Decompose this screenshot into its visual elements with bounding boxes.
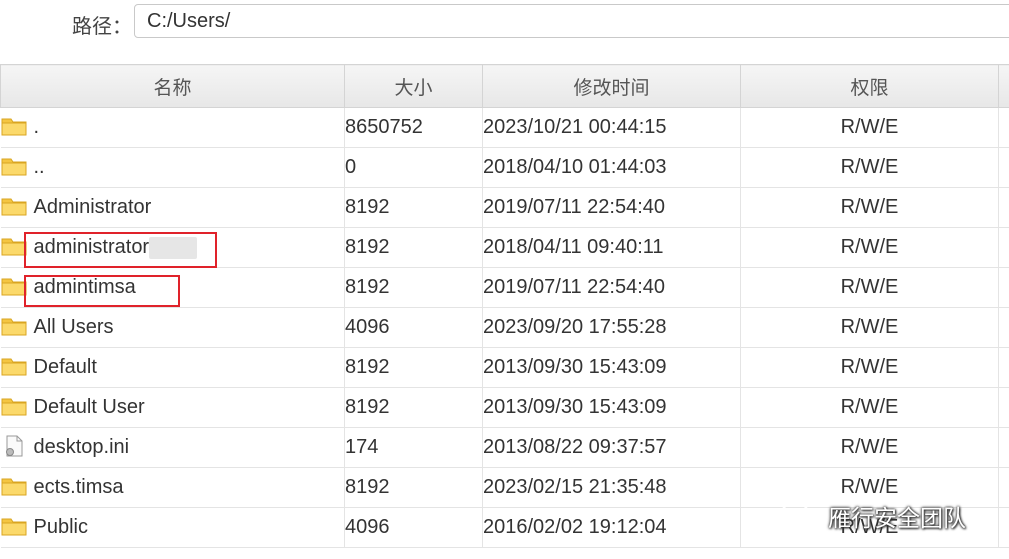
cell-size: 4096 xyxy=(344,307,483,348)
file-icon xyxy=(1,435,27,457)
column-header-filler xyxy=(998,64,1009,108)
table-row[interactable]: Administrator 8192 2019/07/11 22:54:40 R/W/… xyxy=(0,187,1009,228)
cell-modified: 2018/04/10 01:44:03 xyxy=(482,147,741,188)
wechat-icon xyxy=(780,501,819,529)
cell-name[interactable]: ects.timsa xyxy=(0,467,345,508)
cell-size: 8650752 xyxy=(344,107,483,148)
table-row[interactable]: Default 8192 2013/09/30 15:43:09 R/W/E xyxy=(0,347,1009,388)
path-label: 路径： xyxy=(72,14,132,38)
cell-permissions: R/W/E xyxy=(740,387,999,428)
cell-filler xyxy=(998,507,1009,548)
cell-modified: 2013/09/30 15:43:09 xyxy=(482,347,741,388)
folder-icon xyxy=(1,195,27,217)
table-row[interactable]: . 8650752 2023/10/21 00:44:15 R/W/E xyxy=(0,107,1009,148)
file-name[interactable]: Default xyxy=(34,356,97,378)
cell-permissions: R/W/E xyxy=(740,187,999,228)
cell-size: 8192 xyxy=(344,387,483,428)
table-row[interactable]: .. 0 2018/04/10 01:44:03 R/W/E xyxy=(0,147,1009,188)
cell-filler xyxy=(998,427,1009,468)
cell-modified: 2023/02/15 21:35:48 xyxy=(482,467,741,508)
highlight-box-admintimsa xyxy=(24,275,180,307)
column-header-permissions[interactable]: 权限 xyxy=(740,64,999,108)
cell-filler xyxy=(998,147,1009,188)
column-header-name[interactable]: 名称 xyxy=(0,64,345,108)
cell-name[interactable]: Default xyxy=(0,347,345,388)
table-row[interactable]: desktop.ini 174 2013/08/22 09:37:57 R/W/E xyxy=(0,427,1009,468)
folder-icon xyxy=(1,315,27,337)
table-row[interactable]: Default User 8192 2013/09/30 15:43:09 R/W/E xyxy=(0,387,1009,428)
cell-filler xyxy=(998,107,1009,148)
file-list: . 8650752 2023/10/21 00:44:15 R/W/E.. 0 2018/… xyxy=(0,107,1009,548)
cell-permissions: R/W/E xyxy=(740,347,999,388)
file-name[interactable]: All Users xyxy=(34,316,114,338)
cell-modified: 2016/02/02 19:12:04 xyxy=(482,507,741,548)
file-name[interactable]: desktop.ini xyxy=(34,436,130,458)
cell-permissions: R/W/E xyxy=(740,427,999,468)
cell-permissions: R/W/E xyxy=(740,307,999,348)
cell-permissions: R/W/E xyxy=(740,147,999,188)
cell-filler xyxy=(998,307,1009,348)
highlight-box-administrator xyxy=(24,232,217,268)
folder-icon xyxy=(1,115,27,137)
file-name[interactable]: .. xyxy=(34,156,45,178)
folder-icon xyxy=(1,515,27,537)
file-name[interactable]: . xyxy=(34,116,40,138)
folder-icon xyxy=(1,395,27,417)
cell-size: 0 xyxy=(344,147,483,188)
cell-size: 174 xyxy=(344,427,483,468)
folder-icon xyxy=(1,275,27,297)
cell-name[interactable]: Default User xyxy=(0,387,345,428)
folder-icon xyxy=(1,235,27,257)
cell-name[interactable]: All Users xyxy=(0,307,345,348)
watermark-text: 雁行安全团队 xyxy=(828,506,966,532)
column-header-size[interactable]: 大小 xyxy=(344,64,483,108)
watermark: 雁行安全团队 xyxy=(780,498,966,534)
cell-size: 8192 xyxy=(344,227,483,268)
cell-size: 8192 xyxy=(344,267,483,308)
file-name[interactable]: Default User xyxy=(34,396,145,418)
cell-size: 8192 xyxy=(344,467,483,508)
cell-filler xyxy=(998,387,1009,428)
cell-modified: 2023/09/20 17:55:28 xyxy=(482,307,741,348)
cell-filler xyxy=(998,227,1009,268)
cell-modified: 2019/07/11 22:54:40 xyxy=(482,187,741,228)
folder-icon xyxy=(1,155,27,177)
cell-modified: 2013/08/22 09:37:57 xyxy=(482,427,741,468)
file-name[interactable]: Public xyxy=(34,516,88,538)
cell-name[interactable]: .. xyxy=(0,147,345,188)
cell-permissions: R/W/E xyxy=(740,227,999,268)
cell-filler xyxy=(998,467,1009,508)
cell-size: 4096 xyxy=(344,507,483,548)
column-header-modified[interactable]: 修改时间 xyxy=(482,64,741,108)
file-name[interactable]: Administrator xyxy=(34,196,152,218)
cell-filler xyxy=(998,187,1009,228)
cell-modified: 2013/09/30 15:43:09 xyxy=(482,387,741,428)
cell-permissions: R/W/E xyxy=(740,107,999,148)
cell-name[interactable]: Administrator xyxy=(0,187,345,228)
path-bar: 路径： C:/Users/ xyxy=(0,0,1009,58)
cell-filler xyxy=(998,347,1009,388)
table-header: 名称 大小 修改时间 权限 xyxy=(0,64,1009,108)
cell-modified: 2023/10/21 00:44:15 xyxy=(482,107,741,148)
file-name[interactable]: ects.timsa xyxy=(34,476,124,498)
cell-modified: 2018/04/11 09:40:11 xyxy=(482,227,741,268)
folder-icon xyxy=(1,475,27,497)
path-input[interactable]: C:/Users/ xyxy=(134,4,1009,38)
cell-name[interactable]: desktop.ini xyxy=(0,427,345,468)
folder-icon xyxy=(1,355,27,377)
cell-size: 8192 xyxy=(344,347,483,388)
cell-filler xyxy=(998,267,1009,308)
table-row[interactable]: All Users 4096 2023/09/20 17:55:28 R/W/E xyxy=(0,307,1009,348)
cell-name[interactable]: . xyxy=(0,107,345,148)
cell-permissions: R/W/E xyxy=(740,267,999,308)
cell-modified: 2019/07/11 22:54:40 xyxy=(482,267,741,308)
cell-size: 8192 xyxy=(344,187,483,228)
cell-name[interactable]: Public xyxy=(0,507,345,548)
